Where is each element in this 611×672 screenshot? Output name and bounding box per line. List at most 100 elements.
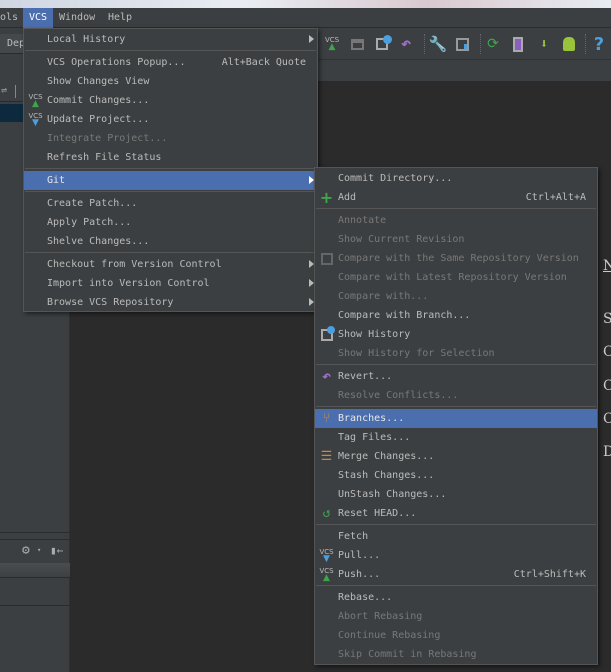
- menu-item-label: Show Current Revision: [338, 234, 465, 245]
- toolbar-separator: [480, 34, 481, 54]
- menu-item-revert[interactable]: ↶ Revert...: [315, 367, 597, 386]
- menu-item-compare-with-the-same-repository-version[interactable]: Compare with the Same Repository Version: [315, 249, 597, 268]
- menu-window[interactable]: Window: [53, 8, 101, 28]
- menu-item-rebase[interactable]: Rebase...: [315, 588, 597, 607]
- menu-item-label: Compare with Latest Repository Version: [338, 272, 567, 283]
- menu-item-reset-head[interactable]: ↺ Reset HEAD...: [315, 504, 597, 523]
- shortcut-label: Alt+Back Quote: [221, 57, 306, 68]
- menu-item-label: Import into Version Control: [47, 278, 210, 289]
- toolbar-separator: [585, 34, 586, 54]
- menu-item-label: Stash Changes...: [338, 470, 435, 481]
- menu-item-label: Annotate: [338, 215, 387, 226]
- right-editor-edge: N S C C C D: [597, 82, 611, 672]
- shortcut-label: Ctrl+Alt+A: [525, 192, 586, 203]
- menu-item-continue-rebasing[interactable]: Continue Rebasing: [315, 626, 597, 645]
- menu-item-label: Compare with the Same Repository Version: [338, 253, 579, 264]
- menu-item-label: Push...: [338, 569, 381, 580]
- menu-item-show-history[interactable]: Show History: [315, 325, 597, 344]
- main-toolbar: VCS ▲ ↶ 🔧 ⟳ ⬇ ?: [318, 28, 611, 60]
- add-icon: +: [319, 188, 334, 207]
- vcs-commit-icon: VCS ▲: [319, 566, 334, 583]
- menu-item-compare-with-branch[interactable]: Compare with Branch...: [315, 306, 597, 325]
- menu-item-add[interactable]: + Add Ctrl+Alt+A: [315, 188, 597, 207]
- menu-item-show-history-for-selection[interactable]: Show History for Selection: [315, 344, 597, 363]
- menu-item-import-into-version-control[interactable]: Import into Version Control: [24, 274, 317, 293]
- bottom-panel-header: [0, 563, 70, 578]
- menu-item-annotate[interactable]: Annotate: [315, 211, 597, 230]
- avd-manager-icon[interactable]: [508, 34, 528, 54]
- vcs-commit-icon: VCS ▲: [28, 92, 43, 109]
- menu-item-skip-commit-in-rebasing[interactable]: Skip Commit in Rebasing: [315, 645, 597, 664]
- menu-item-label: Integrate Project...: [47, 133, 168, 144]
- sdk-manager-icon[interactable]: ⬇: [534, 34, 554, 54]
- clipped-text: C: [603, 344, 611, 360]
- menu-item-tag-files[interactable]: Tag Files...: [315, 428, 597, 447]
- menu-item-vcs-operations-popup[interactable]: VCS Operations Popup... Alt+Back Quote: [24, 53, 317, 72]
- menu-item-label: Browse VCS Repository: [47, 297, 174, 308]
- menu-item-compare-with-latest-repository-version[interactable]: Compare with Latest Repository Version: [315, 268, 597, 287]
- clipped-text: N: [603, 258, 611, 274]
- panel-divider: [0, 532, 70, 540]
- menu-vcs[interactable]: VCS: [23, 8, 54, 28]
- toolbar-separator: [424, 34, 425, 54]
- menu-item-checkout-from-version-control[interactable]: Checkout from Version Control: [24, 255, 317, 274]
- bottom-panel-row: [0, 578, 70, 606]
- menu-item-merge-changes[interactable]: ☰ Merge Changes...: [315, 447, 597, 466]
- menu-item-show-changes-view[interactable]: Show Changes View: [24, 72, 317, 91]
- menu-item-branches[interactable]: ⑂ Branches...: [315, 409, 597, 428]
- menu-item-label: Tag Files...: [338, 432, 411, 443]
- menu-item-local-history[interactable]: Local History: [24, 30, 317, 49]
- git-submenu: Commit Directory... + Add Ctrl+Alt+A Annotat…: [314, 167, 598, 665]
- revert-icon: ↶: [321, 367, 332, 385]
- menu-item-compare-with[interactable]: Compare with...: [315, 287, 597, 306]
- menu-item-commit-directory[interactable]: Commit Directory...: [315, 169, 597, 188]
- menu-item-integrate-project[interactable]: Integrate Project...: [24, 129, 317, 148]
- android-icon[interactable]: [559, 34, 579, 54]
- menu-item-update-project[interactable]: VCS ▼ Update Project...: [24, 110, 317, 129]
- branches-icon: ⑂: [322, 411, 331, 426]
- menu-item-label: Local History: [47, 34, 126, 45]
- menu-item-pull[interactable]: VCS ▼ Pull...: [315, 546, 597, 565]
- collapse-icon[interactable]: ⇌: [1, 85, 7, 96]
- menu-item-label: Show Changes View: [47, 76, 150, 87]
- menu-item-label: Show History: [338, 329, 411, 340]
- menu-item-fetch[interactable]: Fetch: [315, 527, 597, 546]
- menu-item-commit-changes[interactable]: VCS ▲ Commit Changes...: [24, 91, 317, 110]
- menu-item-unstash-changes[interactable]: UnStash Changes...: [315, 485, 597, 504]
- menu-item-browse-vcs-repository[interactable]: Browse VCS Repository: [24, 293, 317, 312]
- clipped-text: C: [603, 411, 611, 427]
- sync-icon[interactable]: ⟳: [483, 34, 503, 54]
- menu-item-stash-changes[interactable]: Stash Changes...: [315, 466, 597, 485]
- menu-item-label: Commit Directory...: [338, 173, 453, 184]
- menu-item-label: Fetch: [338, 531, 369, 542]
- menu-item-resolve-conflicts[interactable]: Resolve Conflicts...: [315, 386, 597, 405]
- lock-icon[interactable]: [347, 34, 367, 54]
- menu-item-shelve-changes[interactable]: Shelve Changes...: [24, 232, 317, 251]
- history-icon[interactable]: [372, 34, 392, 54]
- menu-item-label: Apply Patch...: [47, 217, 132, 228]
- chevron-down-icon[interactable]: ▾: [37, 546, 41, 554]
- menu-item-apply-patch[interactable]: Apply Patch...: [24, 213, 317, 232]
- menu-item-refresh-file-status[interactable]: Refresh File Status: [24, 148, 317, 167]
- menu-item-show-current-revision[interactable]: Show Current Revision: [315, 230, 597, 249]
- clipped-text: D: [603, 444, 611, 460]
- gear-icon[interactable]: ⚙: [22, 543, 30, 558]
- menu-item-push[interactable]: VCS ▲ Push... Ctrl+Shift+K: [315, 565, 597, 584]
- menu-item-label: Commit Changes...: [47, 95, 150, 106]
- menu-item-abort-rebasing[interactable]: Abort Rebasing: [315, 607, 597, 626]
- pin-icon[interactable]: ▮←: [50, 544, 63, 557]
- vcs-update-icon[interactable]: VCS ▲: [322, 34, 342, 54]
- menu-item-label: Rebase...: [338, 592, 393, 603]
- menu-help[interactable]: Help: [102, 8, 138, 28]
- menu-item-label: Compare with...: [338, 291, 429, 302]
- menu-item-label: UnStash Changes...: [338, 489, 447, 500]
- menu-tools[interactable]: ols: [0, 8, 24, 28]
- menu-item-create-patch[interactable]: Create Patch...: [24, 194, 317, 213]
- help-icon[interactable]: ?: [589, 34, 609, 55]
- menu-item-label: VCS Operations Popup...: [47, 57, 186, 68]
- revert-icon[interactable]: ↶: [396, 34, 416, 54]
- clipped-text: S: [603, 311, 611, 327]
- menu-item-git[interactable]: Git: [24, 171, 317, 190]
- project-structure-icon[interactable]: [452, 34, 472, 54]
- wrench-icon[interactable]: 🔧: [428, 34, 448, 54]
